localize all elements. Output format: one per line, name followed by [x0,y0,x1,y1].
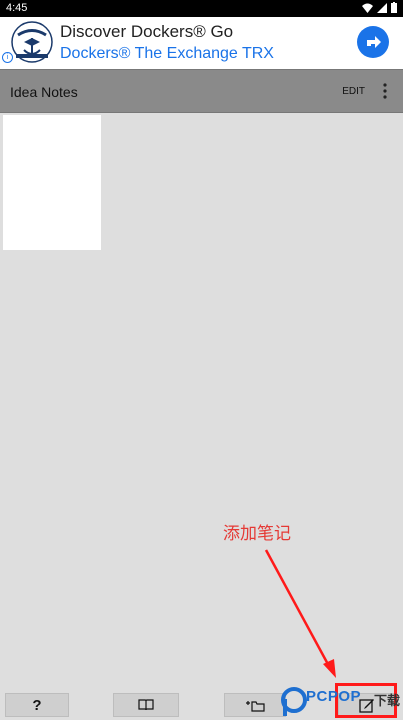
status-bar: 4:45 [0,0,403,17]
status-time: 4:45 [6,2,28,14]
book-icon [138,699,154,711]
battery-icon [391,2,397,13]
ad-title[interactable]: Discover Dockers® Go [60,22,233,42]
ad-subtitle[interactable]: Dockers® The Exchange TRX [60,45,274,63]
annotation-label: 添加笔记 [223,524,291,543]
directions-arrow-icon [367,36,381,48]
ad-go-button[interactable] [357,26,389,58]
signal-icon [377,2,387,13]
ad-banner[interactable]: i Discover Dockers® Go Dockers® The Exch… [0,17,403,69]
dockers-logo [11,21,53,63]
help-label: ? [32,696,42,714]
notebooks-button[interactable] [113,693,179,717]
status-icons [362,2,397,13]
help-button[interactable]: ? [5,693,69,717]
add-folder-button[interactable] [224,693,286,717]
wifi-icon [362,3,373,13]
watermark-text-2: 下载 [374,693,401,708]
edit-button[interactable]: EDIT [342,86,365,97]
watermark-text: PCPOP [306,688,362,705]
page-title: Idea Notes [10,84,78,100]
app-bar: Idea Notes EDIT [0,69,403,113]
more-options-icon[interactable] [383,82,387,100]
add-folder-icon [246,700,265,712]
note-card[interactable] [3,115,101,250]
